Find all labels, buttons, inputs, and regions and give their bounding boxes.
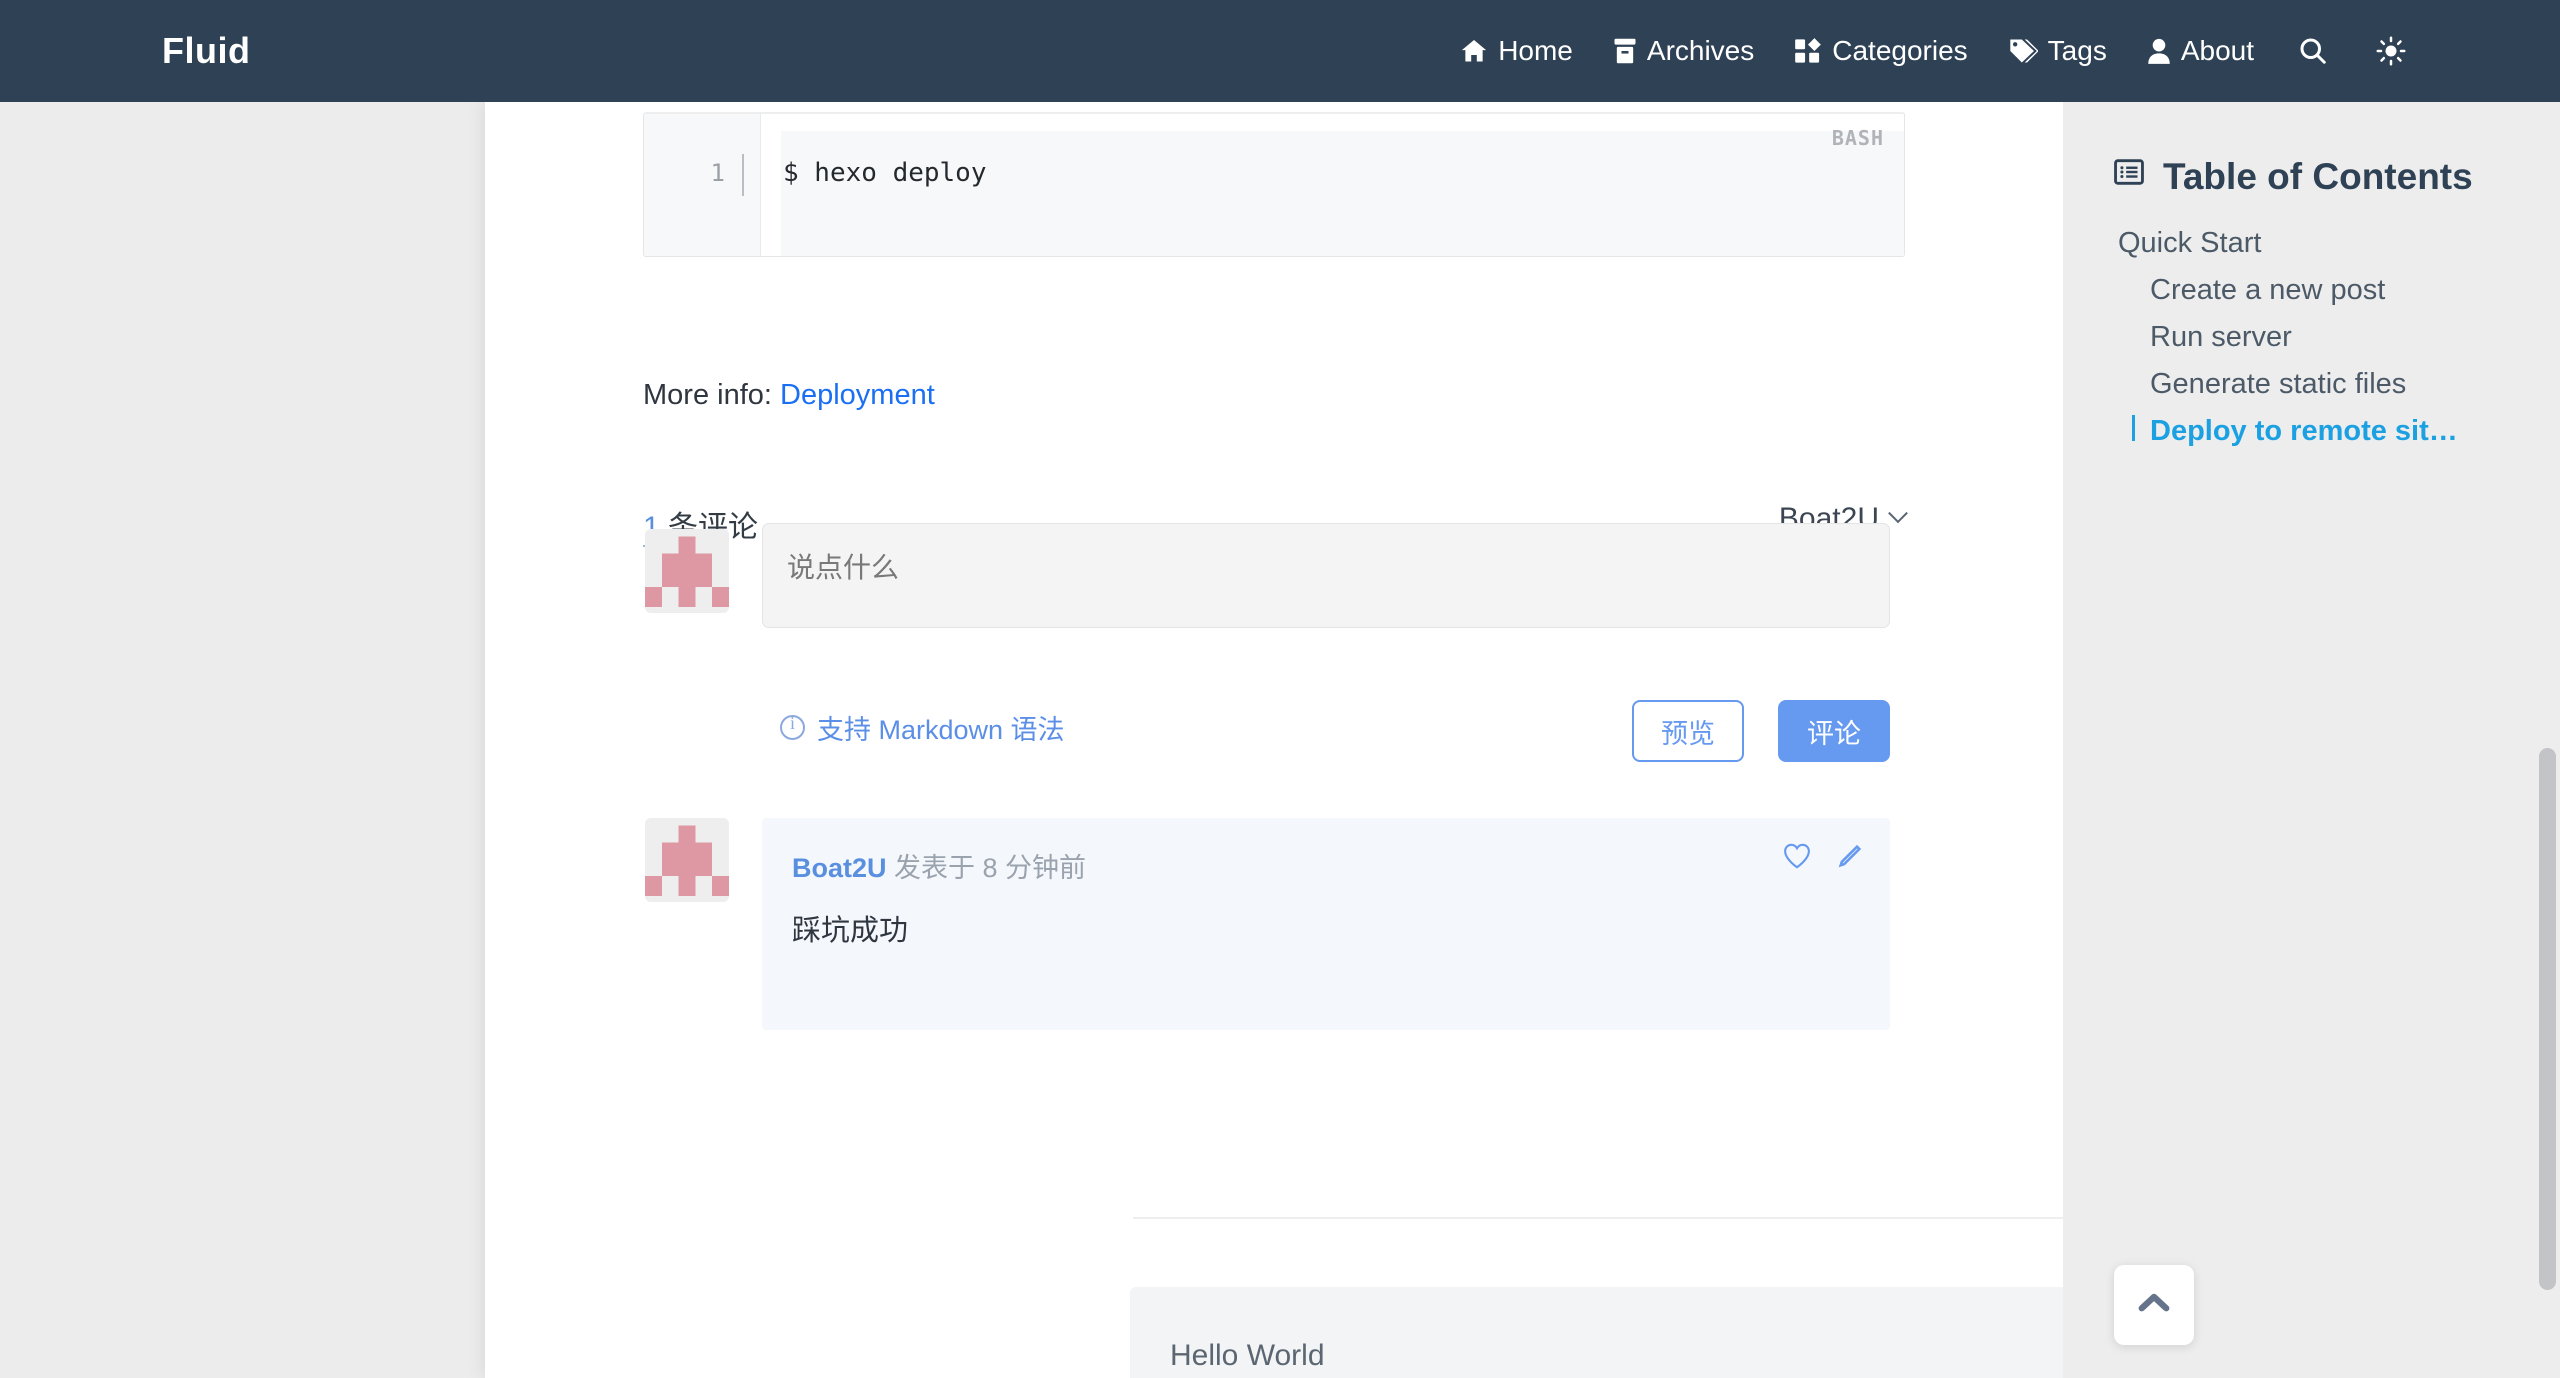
nav-item-about[interactable]: About [2147,35,2254,67]
code-block: 1 BASH $ hexo deploy [643,112,1905,257]
navbar: Fluid Home Archives Categories Tags Abou… [0,0,2560,102]
code-caret [742,154,744,196]
toc-title: Table of Contents [2112,155,2532,198]
toc-item-run-server[interactable]: Run server [2112,314,2532,361]
submit-comment-button[interactable]: 评论 [1778,700,1890,762]
sun-icon [2376,36,2406,66]
theme-toggle-button[interactable] [2372,36,2410,66]
more-info-line: More info: Deployment [643,379,935,412]
code-body: BASH $ hexo deploy [761,114,1904,256]
toc-list: Quick Start Create a new post Run server… [2112,220,2532,455]
toc-title-label: Table of Contents [2163,155,2473,197]
toc-item-generate-static-files[interactable]: Generate static files [2112,361,2532,408]
code-gutter: 1 [644,114,761,256]
comment-timestamp: 发表于 8 分钟前 [894,853,1087,883]
nav-item-archives[interactable]: Archives [1613,35,1754,67]
pencil-icon[interactable] [1836,842,1864,870]
scrollbar-thumb[interactable] [2539,748,2556,1290]
nav-item-home[interactable]: Home [1460,35,1573,67]
toc-item-create-a-new-post[interactable]: Create a new post [2112,267,2532,314]
deployment-link[interactable]: Deployment [780,379,935,411]
nav-item-categories[interactable]: Categories [1794,35,1968,67]
chevron-down-icon [1888,503,1908,524]
chevron-up-icon [2133,1282,2175,1329]
avatar [645,529,729,613]
search-icon [2298,36,2328,66]
avatar [645,818,729,902]
markdown-hint[interactable]: 支持 Markdown 语法 [780,708,1065,747]
comment-list-item: Boat2U 发表于 8 分钟前 踩坑成功 [645,818,1890,1030]
nav-item-archives-label: Archives [1646,35,1755,66]
code-language-label: BASH [1831,126,1884,150]
comment-input[interactable]: 说点什么 [762,523,1890,628]
comment-tools [1782,842,1864,870]
list-icon [2112,155,2146,198]
markdown-hint-label: 支持 Markdown 语法 [817,715,1065,745]
categories-icon [1794,37,1822,65]
toc-item-quick-start[interactable]: Quick Start [2112,220,2532,267]
home-icon [1460,37,1488,65]
scrollbar-track[interactable] [2534,0,2560,1378]
comment-author[interactable]: Boat2U [792,853,887,883]
user-icon [2147,37,2171,65]
comment-editor-actions: 支持 Markdown 语法 预览 评论 [780,700,1890,762]
comment-meta: Boat2U 发表于 8 分钟前 [792,846,1860,885]
info-icon [780,713,805,740]
search-button[interactable] [2294,36,2332,66]
comment-body: 踩坑成功 [792,915,909,947]
nav-item-home-label: Home [1498,35,1573,66]
preview-button[interactable]: 预览 [1632,700,1744,762]
code-text: $ hexo deploy [783,158,987,188]
comment-card: Boat2U 发表于 8 分钟前 踩坑成功 [762,818,1890,1030]
nav-item-about-label: About [2180,35,2254,66]
more-info-prefix: More info: [643,379,772,411]
comment-editor-row: 说点什么 [645,523,1890,628]
site-brand[interactable]: Fluid [162,30,250,72]
nav-item-tags-label: Tags [2047,35,2107,66]
code-inner-surface [781,131,1904,256]
tag-icon [2008,37,2038,65]
toc-item-deploy-to-remote-sites[interactable]: Deploy to remote sit… [2112,408,2532,455]
heart-icon[interactable] [1782,842,1812,870]
license-post-title: Hello World [1170,1339,1325,1372]
code-line-number: 1 [710,159,725,187]
archive-icon [1613,37,1637,65]
back-to-top-button[interactable] [2114,1265,2194,1345]
table-of-contents: Table of Contents Quick Start Create a n… [2112,155,2532,455]
nav-item-categories-label: Categories [1832,35,1968,66]
nav-item-tags[interactable]: Tags [2008,35,2107,67]
nav-links: Home Archives Categories Tags About [1460,35,2410,67]
